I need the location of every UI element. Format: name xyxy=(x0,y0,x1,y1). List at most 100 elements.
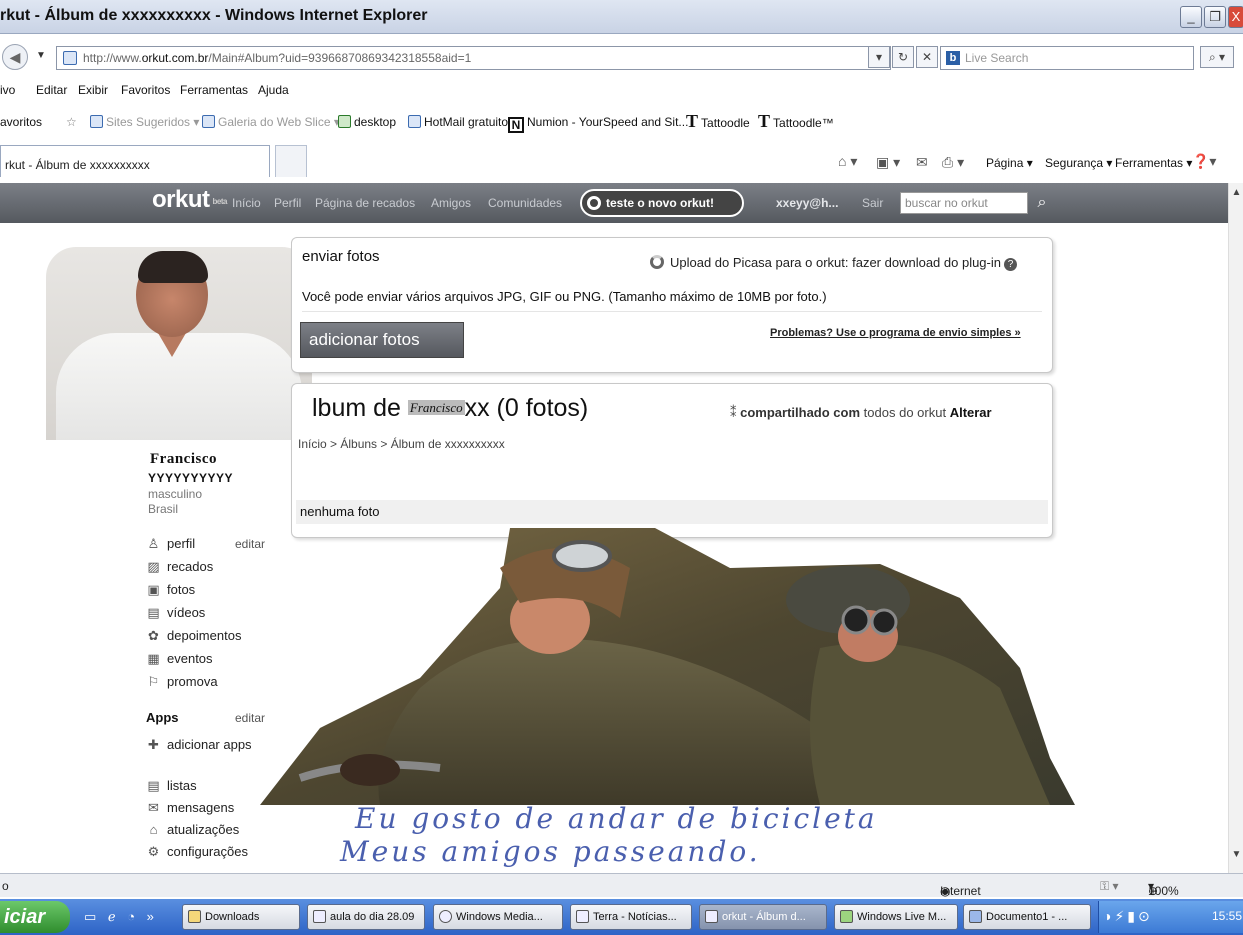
new-tab-button[interactable] xyxy=(275,145,307,177)
folder-icon xyxy=(188,910,201,923)
zoom-control[interactable]: ⊕ 100% ▾ xyxy=(1148,879,1179,898)
logo-text: orkut xyxy=(152,186,210,213)
videos-icon: ▤ xyxy=(147,605,160,620)
apps-heading: Apps xyxy=(146,710,179,725)
back-button[interactable]: ◀ xyxy=(2,44,28,70)
live-search-placeholder: Live Search xyxy=(965,51,1029,65)
photo-hair xyxy=(138,251,208,283)
recent-pages-dropdown-icon[interactable]: ▼ xyxy=(36,50,46,61)
empty-album-message: nenhuma foto xyxy=(296,500,1048,524)
vertical-scrollbar[interactable]: ▲ ▼ xyxy=(1228,183,1243,873)
sidebar-item-videos[interactable]: ▤ vídeos xyxy=(146,605,205,621)
fav-numion[interactable]: N Numion - YourSpeed and Sit... xyxy=(508,115,688,133)
menu-favorites[interactable]: Favoritos xyxy=(121,83,170,97)
picasa-upload-link[interactable]: Upload do Picasa para o orkut: fazer dow… xyxy=(650,255,1017,271)
home-icon[interactable]: ⌂ ▾ xyxy=(838,153,857,170)
fav-label: Tattoodle™ xyxy=(773,116,834,130)
scroll-down-icon[interactable]: ▼ xyxy=(1230,849,1243,865)
fav-desktop[interactable]: desktop xyxy=(338,115,396,129)
share-audience: todos do orkut xyxy=(863,405,947,420)
close-button[interactable]: X xyxy=(1228,6,1243,28)
favorites-button[interactable]: avoritos xyxy=(0,115,42,129)
fav-web-slice-gallery[interactable]: Galeria do Web Slice ▾ xyxy=(202,115,340,129)
status-bar: o ◉ Internet ⚿ ▾ ⊕ 100% ▾ xyxy=(0,873,1243,898)
fav-hotmail[interactable]: HotMail gratuito xyxy=(408,115,508,129)
menu-help[interactable]: Ajuda xyxy=(258,83,289,97)
minimize-button[interactable]: _ xyxy=(1180,6,1202,28)
sidebar-item-messages[interactable]: ✉ mensagens xyxy=(146,800,234,816)
safety-menu[interactable]: Segurança ▾ xyxy=(1045,156,1112,170)
fav-label: desktop xyxy=(354,115,397,129)
menu-view[interactable]: Exibir xyxy=(78,83,108,97)
nav-home[interactable]: Início xyxy=(232,196,261,210)
fav-tattoodle-tm[interactable]: T Tattoodle™ xyxy=(758,111,834,132)
orkut-search-input[interactable]: buscar no orkut xyxy=(900,192,1028,214)
feeds-icon[interactable]: ▣ ▾ xyxy=(876,154,900,171)
nav-friends[interactable]: Amigos xyxy=(431,196,471,210)
nav-scrapbook[interactable]: Página de recados xyxy=(315,196,415,210)
sidebar-item-label: recados xyxy=(167,559,214,574)
scroll-up-icon[interactable]: ▲ xyxy=(1230,187,1243,203)
refresh-icon[interactable]: ↻ xyxy=(892,46,914,68)
live-search-input[interactable]: b Live Search xyxy=(940,46,1194,70)
nav-communities[interactable]: Comunidades xyxy=(488,196,562,210)
sidebar-item-photos[interactable]: ▣ fotos xyxy=(146,582,195,598)
sidebar-item-profile[interactable]: ♙ perfil xyxy=(146,536,196,552)
taskbar-item-terra[interactable]: Terra - Notícias... xyxy=(570,904,692,930)
sidebar-item-updates[interactable]: ⌂ atualizações xyxy=(146,822,240,837)
messenger-icon xyxy=(840,910,853,923)
stop-icon[interactable]: ✕ xyxy=(916,46,938,68)
address-toolbar: ◀ ▼ http://www.orkut.com.br/Main#Album?u… xyxy=(0,38,1243,78)
sidebar-item-lists[interactable]: ▤ listas xyxy=(146,778,196,794)
help-icon[interactable]: ❓▾ xyxy=(1192,153,1216,170)
address-dropdown-icon[interactable]: ▾ xyxy=(868,46,890,68)
quick-launch-icons[interactable]: ▭ ℯ ◔ » xyxy=(84,909,158,925)
taskbar-item-word[interactable]: Documento1 - ... xyxy=(963,904,1091,930)
address-field[interactable]: http://www.orkut.com.br/Main#Album?uid=9… xyxy=(56,46,891,70)
page-menu[interactable]: Página ▾ xyxy=(986,156,1033,170)
profile-photo[interactable] xyxy=(46,247,312,440)
fav-suggested-sites[interactable]: Sites Sugeridos ▾ xyxy=(90,115,199,129)
tattoodle-icon: T xyxy=(686,111,699,131)
tray-icons[interactable]: ◑⚡▮⊙ xyxy=(1103,908,1153,925)
change-sharing-link[interactable]: Alterar xyxy=(950,405,992,420)
tattoodle-icon: T xyxy=(758,111,771,131)
profile-gender: masculino xyxy=(148,487,203,501)
search-icon[interactable]: ⌕ ▾ xyxy=(1200,46,1234,68)
help-icon[interactable]: ? xyxy=(1004,258,1017,271)
print-icon[interactable]: ⎙ ▾ xyxy=(942,154,964,171)
sidebar-item-promote[interactable]: ⚐ promova xyxy=(146,674,218,690)
fav-tattoodle[interactable]: T Tattoodle xyxy=(686,111,750,132)
tab-orkut-album[interactable]: rkut - Álbum de xxxxxxxxxx xyxy=(0,145,270,177)
tab-label: rkut - Álbum de xxxxxxxxxx xyxy=(5,158,150,172)
taskbar-item-downloads[interactable]: Downloads xyxy=(182,904,300,930)
add-favorite-icon[interactable]: ☆ xyxy=(66,115,77,129)
maximize-button[interactable]: ❐ xyxy=(1204,6,1226,28)
logout-link[interactable]: Sair xyxy=(862,196,883,210)
taskbar-label: Downloads xyxy=(205,911,260,923)
wrench-icon: ⚙ xyxy=(147,844,160,859)
search-icon[interactable]: ⌕ xyxy=(1030,192,1054,214)
taskbar-item-orkut[interactable]: orkut - Álbum d... xyxy=(699,904,827,930)
taskbar-item-aula[interactable]: aula do dia 28.09 xyxy=(307,904,425,930)
menu-edit[interactable]: Editar xyxy=(36,83,67,97)
tools-menu[interactable]: Ferramentas ▾ xyxy=(1115,156,1192,170)
taskbar-item-media-player[interactable]: Windows Media... xyxy=(433,904,563,930)
menu-tools[interactable]: Ferramentas xyxy=(180,83,248,97)
start-button[interactable]: iciar xyxy=(0,901,70,933)
add-photos-button[interactable]: adicionar fotos xyxy=(300,322,464,358)
protected-mode-icon[interactable]: ⚿ ▾ xyxy=(1100,879,1119,894)
try-new-orkut-button[interactable]: teste o novo orkut! xyxy=(580,189,744,217)
taskbar-item-live-messenger[interactable]: Windows Live M... xyxy=(834,904,958,930)
mail-icon[interactable]: ✉ xyxy=(916,154,928,171)
sidebar-item-testimonials[interactable]: ✿ depoimentos xyxy=(146,628,241,644)
simple-uploader-link[interactable]: Problemas? Use o programa de envio simpl… xyxy=(770,327,1021,339)
sidebar-item-events[interactable]: ▦ eventos xyxy=(146,651,212,667)
sidebar-item-settings[interactable]: ⚙ configurações xyxy=(146,844,248,860)
nav-profile[interactable]: Perfil xyxy=(274,196,301,210)
sidebar-item-scraps[interactable]: ▨ recados xyxy=(146,559,213,575)
add-apps-link[interactable]: ✚ adicionar apps xyxy=(146,737,252,753)
orkut-logo[interactable]: orkut beta xyxy=(152,186,227,214)
try-new-label: teste o novo orkut! xyxy=(606,196,715,210)
menu-file[interactable]: ivo xyxy=(0,83,15,97)
